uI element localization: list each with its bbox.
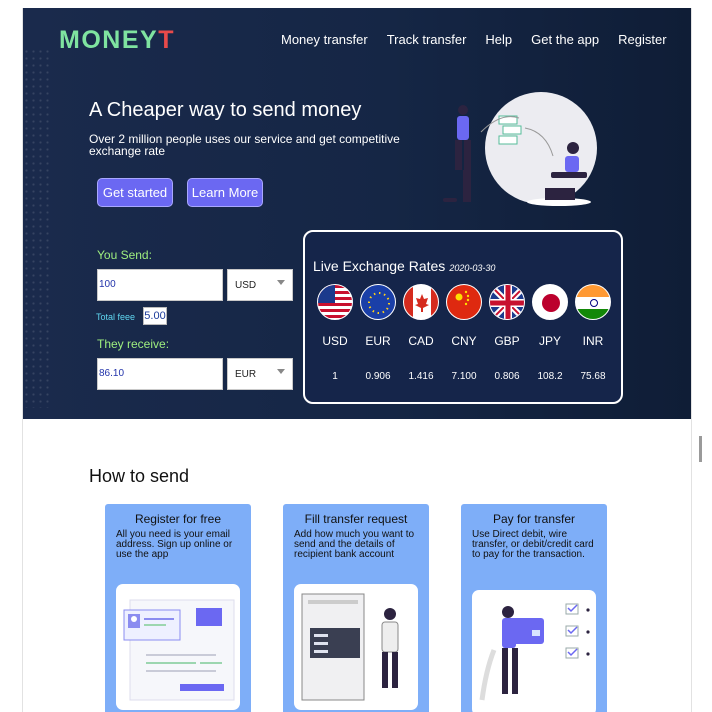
canada-flag-icon [403, 284, 439, 320]
receive-currency-value: EUR [235, 369, 257, 380]
rate-code-eur: EUR [365, 334, 391, 348]
nav-help[interactable]: Help [485, 32, 512, 47]
receive-currency-select[interactable]: EUR [227, 358, 293, 390]
hero-section: MONEYT Money transfer Track transfer Hel… [23, 8, 691, 419]
rate-code-cny: CNY [451, 334, 477, 348]
send-amount-input[interactable]: 100 [97, 269, 223, 301]
rate-value-gbp: 0.806 [494, 371, 520, 382]
rates-title: Live Exchange Rates 2020-03-30 [313, 258, 495, 274]
card-title: Register for free [134, 512, 222, 526]
fee-value: 5.00 [143, 307, 167, 325]
eu-flag-icon [360, 284, 396, 320]
nav-track-transfer[interactable]: Track transfer [387, 32, 467, 47]
send-currency-value: USD [235, 280, 257, 291]
register-illustration [116, 584, 240, 710]
rate-code-usd: USD [322, 334, 348, 348]
card-text: Add how much you want to send and the de… [294, 529, 415, 560]
receive-label: They receive: [97, 337, 170, 351]
logo-main: MONEY [59, 26, 159, 54]
get-started-button[interactable]: Get started [97, 178, 173, 207]
step-card-register: Register for free All you need is your e… [105, 504, 251, 712]
card-title: Pay for transfer [492, 512, 576, 526]
transfer-form-illustration [294, 584, 418, 710]
nav-money-transfer[interactable]: Money transfer [281, 32, 368, 47]
rate-code-inr: INR [582, 334, 604, 348]
send-currency-select[interactable]: USD [227, 269, 293, 301]
exchange-rates-panel: Live Exchange Rates 2020-03-30 USD EUR C… [303, 230, 623, 404]
rate-value-usd: 1 [332, 371, 338, 382]
step-card-pay: Pay for transfer Use Direct debit, wire … [461, 504, 607, 712]
money-transfer-illustration [443, 92, 597, 206]
logo[interactable]: MONEYT [59, 26, 175, 55]
step-card-fill-request: Fill transfer request Add how much you w… [283, 504, 429, 712]
rate-value-eur: 0.906 [365, 371, 391, 382]
rate-code-cad: CAD [408, 334, 434, 348]
japan-flag-icon [532, 284, 568, 320]
page: MONEYT Money transfer Track transfer Hel… [22, 8, 692, 712]
rates-title-text: Live Exchange Rates [313, 258, 446, 274]
rate-code-jpy: JPY [538, 334, 561, 348]
top-nav: Money transfer Track transfer Help Get t… [281, 32, 686, 47]
nav-get-the-app[interactable]: Get the app [531, 32, 599, 47]
rate-value-cad: 1.416 [408, 371, 434, 382]
china-flag-icon [446, 284, 482, 320]
card-title: Fill transfer request [304, 512, 408, 526]
rate-value-inr: 75.68 [580, 371, 606, 382]
send-label: You Send: [97, 248, 152, 262]
rate-code-gbp: GBP [494, 334, 520, 348]
hero-subline: Over 2 million people uses our service a… [89, 132, 400, 158]
chevron-down-icon [277, 369, 285, 374]
rates-date: 2020-03-30 [449, 263, 496, 273]
card-text: Use Direct debit, wire transfer, or debi… [472, 529, 594, 560]
scrollbar-thumb[interactable] [699, 436, 702, 462]
chevron-down-icon [277, 280, 285, 285]
uk-flag-icon [489, 284, 525, 320]
india-flag-icon [575, 284, 611, 320]
card-text: All you need is your email address. Sign… [116, 529, 233, 560]
logo-accent: T [158, 26, 175, 54]
payment-illustration [472, 590, 596, 712]
how-to-send-title: How to send [89, 466, 190, 486]
nav-register[interactable]: Register [618, 32, 666, 47]
learn-more-button[interactable]: Learn More [187, 178, 263, 207]
us-flag-icon [317, 284, 353, 320]
hero-headline: A Cheaper way to send money [89, 99, 362, 121]
fee-label: Total feee [96, 312, 136, 322]
rate-value-cny: 7.100 [451, 371, 477, 382]
rate-value-jpy: 108.2 [537, 371, 563, 382]
receive-amount-input[interactable]: 86.10 [97, 358, 223, 390]
dot-pattern [23, 48, 53, 408]
